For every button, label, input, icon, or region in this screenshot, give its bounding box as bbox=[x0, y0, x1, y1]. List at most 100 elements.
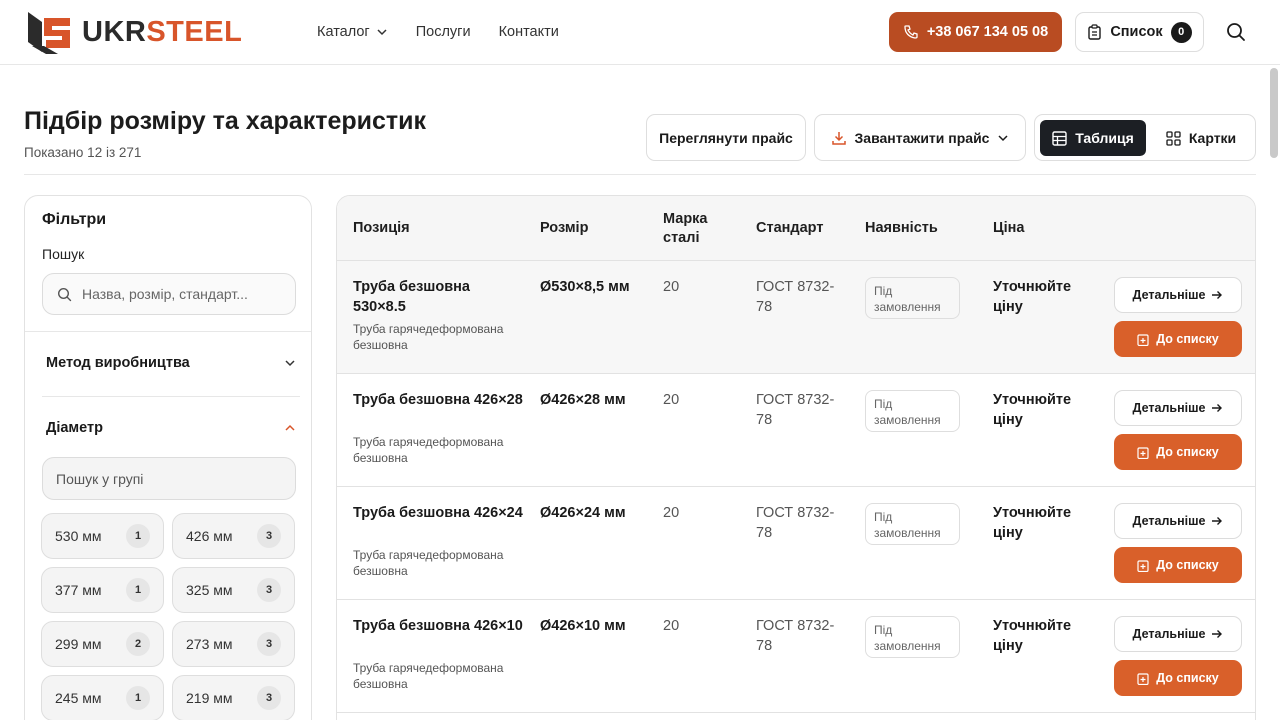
availability-badge: Під замовлення bbox=[865, 277, 960, 319]
add-to-list-button[interactable]: До списку bbox=[1114, 660, 1242, 696]
chip-count: 1 bbox=[126, 578, 150, 602]
search-placeholder: Назва, розмір, стандарт... bbox=[82, 286, 248, 302]
product-title[interactable]: Труба безшовна 426×10 bbox=[353, 616, 523, 636]
table-row: Труба безшовна 530×8.5 Труба гарячедефор… bbox=[337, 261, 1255, 374]
details-button[interactable]: Детальніше bbox=[1114, 277, 1242, 313]
chip-count: 1 bbox=[126, 686, 150, 710]
diameter-chips: 530 мм 1 426 мм 3 377 мм 1 325 мм 3 299 мм 2 … bbox=[41, 513, 297, 720]
filter-section-method[interactable]: Метод виробництва bbox=[46, 341, 296, 385]
col-grade: Марка сталі bbox=[663, 210, 708, 246]
product-size: Ø426×24 мм bbox=[540, 505, 626, 521]
diameter-chip[interactable]: 530 мм 1 bbox=[41, 513, 164, 559]
download-icon bbox=[831, 131, 846, 145]
add-to-list-button[interactable]: До списку bbox=[1114, 547, 1242, 583]
details-button[interactable]: Детальніше bbox=[1114, 616, 1242, 652]
filters-panel: Фільтри Пошук Назва, розмір, стандарт...… bbox=[24, 195, 312, 720]
add-to-list-button[interactable]: До списку bbox=[1114, 434, 1242, 470]
diameter-chip[interactable]: 245 мм 1 bbox=[41, 675, 164, 720]
main-nav: Каталог Послуги Контакти bbox=[317, 0, 559, 64]
product-size: Ø426×10 мм bbox=[540, 618, 626, 634]
chip-count: 3 bbox=[257, 578, 281, 602]
table-icon bbox=[1052, 130, 1067, 146]
search-label: Пошук bbox=[42, 246, 85, 262]
arrow-right-icon bbox=[1212, 630, 1223, 638]
availability-badge: Під замовлення bbox=[865, 390, 960, 432]
clipboard-plus-icon bbox=[1137, 559, 1149, 572]
page-title: Підбір розміру та характеристик bbox=[24, 107, 427, 135]
product-description: Труба гарячедеформована безшовна bbox=[353, 661, 504, 691]
diameter-chip[interactable]: 426 мм 3 bbox=[172, 513, 295, 559]
nav-contacts[interactable]: Контакти bbox=[499, 24, 559, 40]
product-size: Ø426×28 мм bbox=[540, 392, 626, 408]
clipboard-plus-icon bbox=[1137, 446, 1149, 459]
clipboard-plus-icon bbox=[1137, 333, 1149, 346]
arrow-right-icon bbox=[1212, 404, 1223, 412]
product-standard: ГОСТ 8732-78 bbox=[756, 279, 835, 315]
product-standard: ГОСТ 8732-78 bbox=[756, 505, 835, 541]
product-title[interactable]: Труба безшовна 530×8.5 bbox=[353, 277, 523, 317]
diameter-chip[interactable]: 219 мм 3 bbox=[172, 675, 295, 720]
product-price: Уточнюйте ціну bbox=[993, 279, 1072, 315]
filter-search-input[interactable]: Назва, розмір, стандарт... bbox=[42, 273, 296, 315]
chip-count: 3 bbox=[257, 686, 281, 710]
nav-services[interactable]: Послуги bbox=[416, 24, 471, 40]
product-grade: 20 bbox=[663, 392, 680, 408]
diameter-chip[interactable]: 377 мм 1 bbox=[41, 567, 164, 613]
diameter-chip[interactable]: 299 мм 2 bbox=[41, 621, 164, 667]
list-button[interactable]: Список 0 bbox=[1075, 12, 1204, 52]
col-standard: Стандарт bbox=[756, 220, 824, 236]
filter-section-diameter[interactable]: Діаметр bbox=[46, 406, 296, 450]
chevron-up-icon bbox=[285, 424, 295, 431]
chevron-down-icon bbox=[285, 360, 295, 367]
product-title[interactable]: Труба безшовна 426×24 bbox=[353, 503, 523, 523]
product-title[interactable]: Труба безшовна 426×28 bbox=[353, 390, 523, 410]
table-row: Труба безшовна 426×10 Труба гарячедеформ… bbox=[337, 600, 1255, 713]
divider bbox=[24, 174, 1256, 175]
availability-badge: Під замовлення bbox=[865, 616, 960, 658]
product-price: Уточнюйте ціну bbox=[993, 392, 1072, 428]
product-price: Уточнюйте ціну bbox=[993, 505, 1072, 541]
products-table: Позиція Розмір Марка сталі Стандарт Наяв… bbox=[336, 195, 1256, 720]
chip-count: 3 bbox=[257, 632, 281, 656]
results-count: Показано 12 із 271 bbox=[24, 145, 142, 160]
availability-badge: Під замовлення bbox=[865, 503, 960, 545]
view-price-button[interactable]: Переглянути прайс bbox=[646, 114, 806, 161]
download-price-button[interactable]: Завантажити прайс bbox=[814, 114, 1026, 161]
arrow-right-icon bbox=[1212, 517, 1223, 525]
col-position: Позиція bbox=[353, 220, 410, 236]
view-toggle: Таблиця Картки bbox=[1034, 114, 1256, 161]
logo[interactable]: UKRSTEEL bbox=[24, 8, 242, 56]
nav-catalog[interactable]: Каталог bbox=[317, 24, 388, 40]
diameter-chip[interactable]: 273 мм 3 bbox=[172, 621, 295, 667]
phone-button[interactable]: +38 067 134 05 08 bbox=[889, 12, 1062, 52]
product-price: Уточнюйте ціну bbox=[993, 618, 1072, 654]
site-header: UKRSTEEL Каталог Послуги Контакти +38 06… bbox=[0, 0, 1280, 65]
view-table-button[interactable]: Таблиця bbox=[1040, 120, 1146, 156]
col-size: Розмір bbox=[540, 220, 589, 236]
clipboard-icon bbox=[1088, 24, 1102, 40]
search-icon[interactable] bbox=[1224, 20, 1248, 44]
chip-count: 3 bbox=[257, 524, 281, 548]
col-price: Ціна bbox=[993, 220, 1025, 236]
divider bbox=[25, 331, 311, 332]
group-search-input[interactable]: Пошук у групі bbox=[42, 457, 296, 500]
product-grade: 20 bbox=[663, 618, 680, 634]
view-cards-button[interactable]: Картки bbox=[1151, 120, 1251, 156]
chevron-down-icon bbox=[377, 29, 387, 36]
product-grade: 20 bbox=[663, 505, 680, 521]
table-header: Позиція Розмір Марка сталі Стандарт Наяв… bbox=[337, 196, 1255, 261]
product-grade: 20 bbox=[663, 279, 680, 295]
diameter-chip[interactable]: 325 мм 3 bbox=[172, 567, 295, 613]
divider bbox=[42, 396, 300, 397]
product-description: Труба гарячедеформована безшовна bbox=[353, 322, 504, 352]
add-to-list-button[interactable]: До списку bbox=[1114, 321, 1242, 357]
arrow-right-icon bbox=[1212, 291, 1223, 299]
logo-text: UKRSTEEL bbox=[82, 15, 243, 48]
col-availability: Наявність bbox=[865, 220, 938, 236]
table-row: Труба безшовна 426×24 Труба гарячедеформ… bbox=[337, 487, 1255, 600]
product-size: Ø530×8,5 мм bbox=[540, 279, 630, 295]
details-button[interactable]: Детальніше bbox=[1114, 390, 1242, 426]
clipboard-plus-icon bbox=[1137, 672, 1149, 685]
details-button[interactable]: Детальніше bbox=[1114, 503, 1242, 539]
page-scrollbar[interactable] bbox=[1270, 68, 1278, 158]
